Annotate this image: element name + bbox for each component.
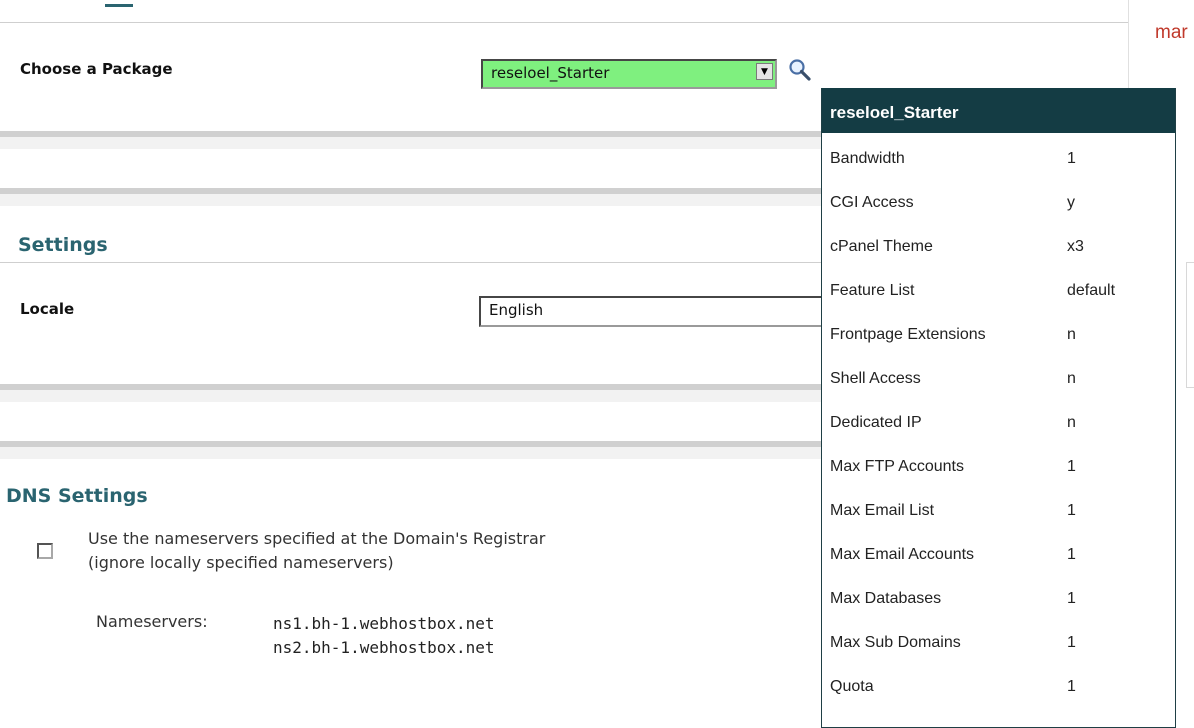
cut-off-title-fragment	[105, 4, 133, 7]
settings-divider	[0, 262, 821, 263]
dns-settings-title: DNS Settings	[6, 485, 148, 507]
popup-row-value: 1	[1067, 678, 1076, 695]
use-registrar-nameservers-checkbox[interactable]	[37, 543, 53, 559]
popup-row-value: 1	[1067, 634, 1076, 651]
popup-row-key: Shell Access	[830, 370, 921, 387]
popup-row-value: y	[1067, 194, 1075, 211]
settings-title: Settings	[18, 234, 108, 256]
popup-row-value: 1	[1067, 546, 1076, 563]
popup-row: Max Databases 1	[822, 579, 1175, 623]
popup-row-key: Max Email Accounts	[830, 546, 975, 563]
popup-row-key: Max Sub Domains	[830, 634, 961, 651]
locale-select[interactable]: English	[479, 296, 822, 327]
nameservers-label: Nameservers:	[96, 612, 208, 631]
popup-row-key: Max FTP Accounts	[830, 458, 964, 475]
chevron-down-icon[interactable]: ▼	[756, 63, 773, 80]
checkbox-label-line1: Use the nameservers specified at the Dom…	[88, 529, 546, 548]
right-edge-box-fragment	[1186, 262, 1194, 388]
checkbox-label-line2: (ignore locally specified nameservers)	[88, 553, 394, 572]
right-edge-link-fragment[interactable]: mar	[1155, 22, 1188, 44]
popup-row: Dedicated IP n	[822, 403, 1175, 447]
popup-row: CGI Access y	[822, 183, 1175, 227]
nameservers-list: ns1.bh-1.webhostbox.net ns2.bh-1.webhost…	[273, 612, 495, 660]
popup-row-value: 1	[1067, 590, 1076, 607]
popup-row-value: 1	[1067, 150, 1076, 167]
locale-label: Locale	[20, 300, 75, 318]
popup-row-value: 1	[1067, 458, 1076, 475]
popup-row-value: default	[1067, 282, 1116, 299]
top-divider	[0, 22, 1128, 23]
popup-row: Max Email List 1	[822, 491, 1175, 535]
package-details-popup: reseloel_Starter Bandwidth 1 CGI Access y …	[821, 88, 1176, 728]
popup-row-key: Max Databases	[830, 590, 942, 607]
magnifier-icon[interactable]	[787, 57, 813, 83]
popup-row: Bandwidth 1	[822, 139, 1175, 183]
package-label: Choose a Package	[20, 60, 173, 78]
nameserver-2: ns2.bh-1.webhostbox.net	[273, 638, 495, 657]
nameserver-1: ns1.bh-1.webhostbox.net	[273, 614, 495, 633]
popup-row-value: n	[1067, 370, 1076, 387]
popup-row-key: Dedicated IP	[830, 414, 922, 431]
popup-row-key: Frontpage Extensions	[830, 326, 986, 343]
popup-row-value: 1	[1067, 502, 1076, 519]
popup-row-key: cPanel Theme	[830, 238, 933, 255]
separator-band	[0, 390, 821, 402]
popup-row: Max FTP Accounts 1	[822, 447, 1175, 491]
popup-row-key: Feature List	[830, 282, 915, 299]
package-select[interactable]: reseloel_Starter ▼	[481, 59, 777, 89]
popup-row: Max Sub Domains 1	[822, 623, 1175, 667]
popup-row-key: Bandwidth	[830, 150, 905, 167]
package-select-value: reseloel_Starter	[491, 64, 610, 82]
popup-row: Feature List default	[822, 271, 1175, 315]
popup-row: cPanel Theme x3	[822, 227, 1175, 271]
popup-title: reseloel_Starter	[822, 88, 1175, 133]
popup-row: Shell Access n	[822, 359, 1175, 403]
popup-row-key: Quota	[830, 678, 874, 695]
popup-row: Max Email Accounts 1	[822, 535, 1175, 579]
popup-row: Quota 1	[822, 667, 1175, 711]
checkbox-label: Use the nameservers specified at the Dom…	[88, 527, 545, 575]
popup-row-key: Max Email List	[830, 502, 935, 519]
popup-row-key: CGI Access	[830, 194, 914, 211]
popup-row-value: n	[1067, 414, 1076, 431]
popup-row: Frontpage Extensions n	[822, 315, 1175, 359]
separator-band	[0, 137, 821, 149]
separator-band	[0, 194, 821, 206]
popup-row-value: n	[1067, 326, 1076, 343]
locale-select-value: English	[489, 301, 544, 319]
separator-band	[0, 447, 821, 459]
popup-row-value: x3	[1067, 238, 1084, 255]
